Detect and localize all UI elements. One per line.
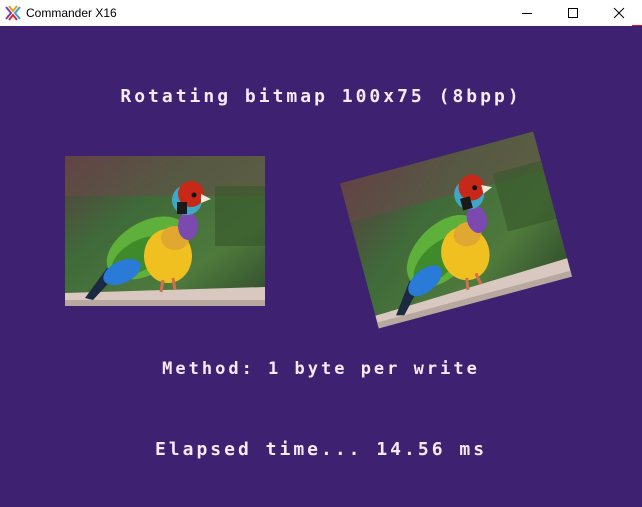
window-title: Commander X16 <box>26 6 117 20</box>
close-icon <box>613 7 625 19</box>
commander-x16-logo-icon <box>5 5 21 21</box>
method-label: Method: 1 byte per write <box>162 359 480 379</box>
emulator-window: Commander X16 Rotating bitmap 100x75 (8b… <box>0 0 642 507</box>
minimize-icon <box>522 13 532 14</box>
emulator-screen[interactable]: Rotating bitmap 100x75 (8bpp) Method: 1 … <box>0 26 642 507</box>
finch-bitmap-original <box>65 156 265 306</box>
maximize-icon <box>568 8 578 18</box>
demo-heading: Rotating bitmap 100x75 (8bpp) <box>120 86 522 107</box>
close-button[interactable] <box>596 0 642 26</box>
title-bar[interactable]: Commander X16 <box>0 0 642 26</box>
finch-bitmap-rotated <box>339 131 573 329</box>
maximize-button[interactable] <box>550 0 596 26</box>
minimize-button[interactable] <box>504 0 550 26</box>
elapsed-time-label: Elapsed time... 14.56 ms <box>154 439 488 460</box>
